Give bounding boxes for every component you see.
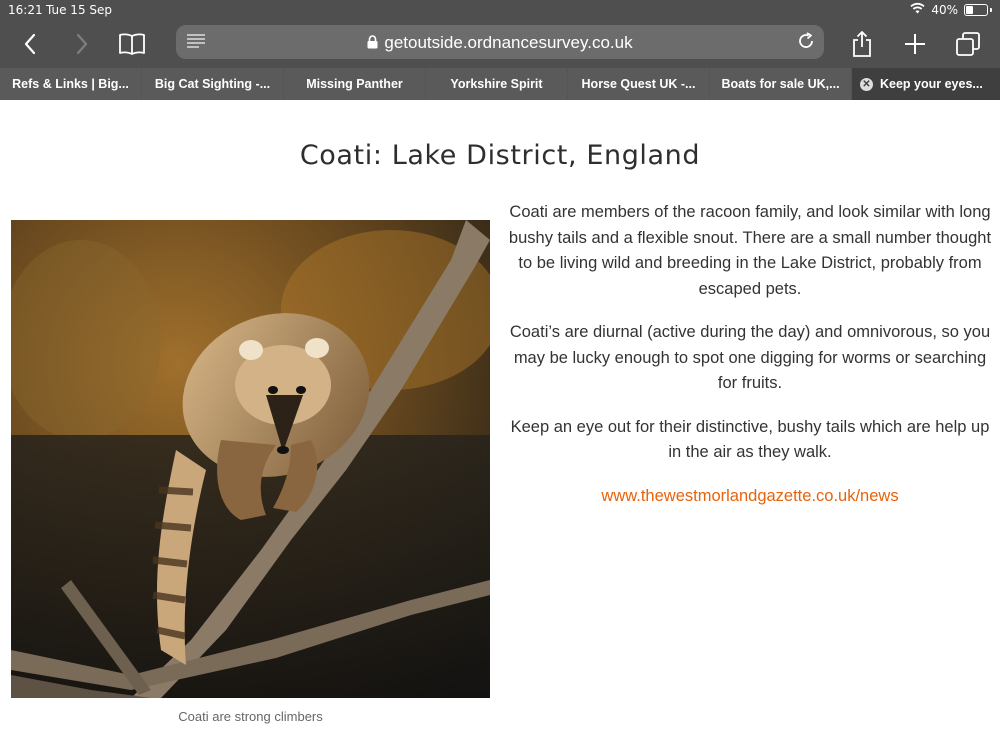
tab-keep-your-eyes[interactable]: ✕ Keep your eyes... [852,68,998,100]
url-display: getoutside.ordnancesurvey.co.uk [176,33,824,54]
url-text: getoutside.ordnancesurvey.co.uk [384,33,633,52]
tab-refs-links[interactable]: Refs & Links | Big... [0,68,142,100]
status-bar: 16:21 Tue 15 Sep 40% [0,0,1000,20]
tab-label: Big Cat Sighting -... [154,77,271,91]
bookmarks-icon[interactable] [117,29,147,59]
close-tab-icon[interactable]: ✕ [860,77,873,91]
wifi-icon [910,2,925,17]
tab-label: Refs & Links | Big... [12,77,129,91]
paragraph-1: Coati are members of the racoon family, … [508,203,992,298]
tab-horse-quest[interactable]: Horse Quest UK -... [568,68,710,100]
new-tab-icon[interactable] [900,29,930,59]
photo-caption: Coati are strong climbers [178,709,323,724]
reload-icon[interactable] [796,31,816,56]
tab-missing-panther[interactable]: Missing Panther [284,68,426,100]
tab-label: Boats for sale UK,... [721,77,840,91]
forward-icon[interactable] [67,29,97,59]
battery-icon [964,3,988,16]
paragraph-3: Keep an eye out for their distinctive, b… [510,417,990,462]
status-date: Tue 15 Sep [46,3,113,17]
share-icon[interactable] [847,29,877,59]
back-icon[interactable] [15,29,45,59]
tab-yorkshire-spirit[interactable]: Yorkshire Spirit [426,68,568,100]
lock-icon [367,34,378,54]
tab-boats-for-sale[interactable]: Boats for sale UK,... [710,68,852,100]
tab-big-cat-sighting[interactable]: Big Cat Sighting -... [142,68,284,100]
status-indicators: 40% [910,2,992,17]
tabs-icon[interactable] [953,29,983,59]
article-body: Coati are members of the racoon family, … [507,200,993,527]
battery-percent: 40% [931,2,958,17]
source-link[interactable]: www.thewestmorlandgazette.co.uk/news [601,487,898,505]
tab-label: Missing Panther [306,77,403,91]
page-title: Coati: Lake District, England [299,140,701,171]
browser-toolbar: getoutside.ordnancesurvey.co.uk [0,20,1000,68]
tab-label: Yorkshire Spirit [450,77,543,91]
coati-photo [11,220,490,698]
address-bar[interactable]: getoutside.ordnancesurvey.co.uk [176,25,824,59]
tab-label: Keep your eyes... [880,77,983,91]
status-time: 16:21 [8,3,43,17]
paragraph-2: Coati’s are diurnal (active during the d… [509,323,991,392]
tab-label: Horse Quest UK -... [581,77,696,91]
tab-bar: Refs & Links | Big... Big Cat Sighting -… [0,68,1000,100]
